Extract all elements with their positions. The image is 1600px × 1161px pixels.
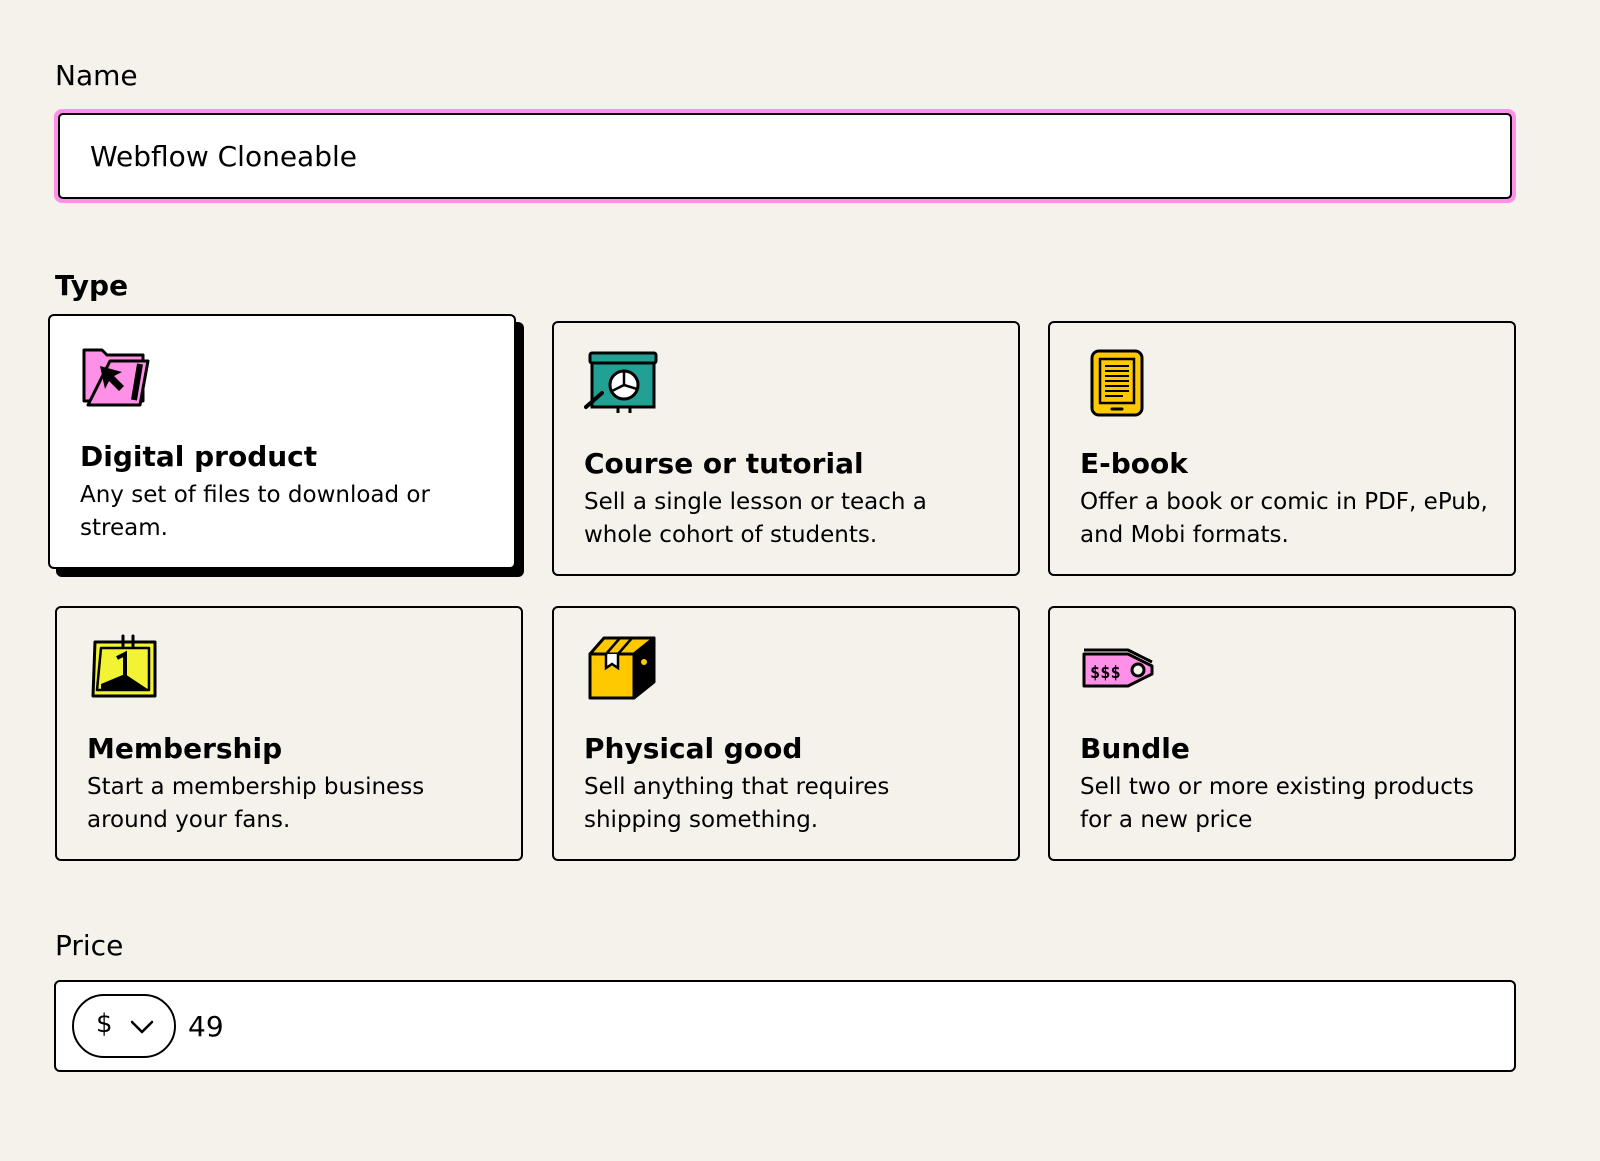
chevron-down-icon xyxy=(130,1020,154,1034)
type-option-description: Sell a single lesson or teach a whole co… xyxy=(584,489,927,548)
type-option-title: E-book xyxy=(1080,447,1188,480)
currency-symbol: $ xyxy=(96,1009,113,1039)
currency-select-button[interactable]: $ xyxy=(72,994,176,1058)
price-tag-icon: $$$ xyxy=(1080,634,1156,702)
type-option-title: Course or tutorial xyxy=(584,447,864,480)
presentation-board-icon xyxy=(584,349,660,417)
folder-cursor-icon xyxy=(80,342,156,410)
type-option-digital-product[interactable]: Digital product Any set of files to down… xyxy=(48,314,516,569)
svg-text:$$$: $$$ xyxy=(1090,663,1121,683)
type-option-bundle[interactable]: $$$ Bundle Sell two or more existing pro… xyxy=(1048,606,1516,861)
type-option-title: Membership xyxy=(87,732,283,765)
name-field-focus-ring xyxy=(54,109,1516,203)
type-label: Type xyxy=(55,269,129,302)
type-option-description: Any set of files to download or stream. xyxy=(80,482,430,541)
type-option-title: Physical good xyxy=(584,732,803,765)
type-option-description: Start a membership business around your … xyxy=(87,774,425,833)
type-option-physical-good[interactable]: Physical good Sell anything that require… xyxy=(552,606,1020,861)
name-input[interactable] xyxy=(58,113,1512,199)
price-input[interactable] xyxy=(188,992,1488,1060)
ereader-icon xyxy=(1080,349,1156,417)
type-option-membership[interactable]: Membership Start a membership business a… xyxy=(55,606,523,861)
type-option-title: Digital product xyxy=(80,440,318,473)
package-box-icon xyxy=(584,634,660,702)
type-option-title: Bundle xyxy=(1080,732,1190,765)
type-option-description: Sell two or more existing products for a… xyxy=(1080,774,1474,833)
type-option-e-book[interactable]: E-book Offer a book or comic in PDF, ePu… xyxy=(1048,321,1516,576)
name-label: Name xyxy=(55,59,138,92)
type-option-description: Offer a book or comic in PDF, ePub, and … xyxy=(1080,489,1488,548)
type-option-description: Sell anything that requires shipping som… xyxy=(584,774,890,833)
price-label: Price xyxy=(55,929,124,962)
type-option-course-or-tutorial[interactable]: Course or tutorial Sell a single lesson … xyxy=(552,321,1020,576)
price-field: $ xyxy=(54,980,1516,1072)
calendar-icon xyxy=(87,634,163,702)
